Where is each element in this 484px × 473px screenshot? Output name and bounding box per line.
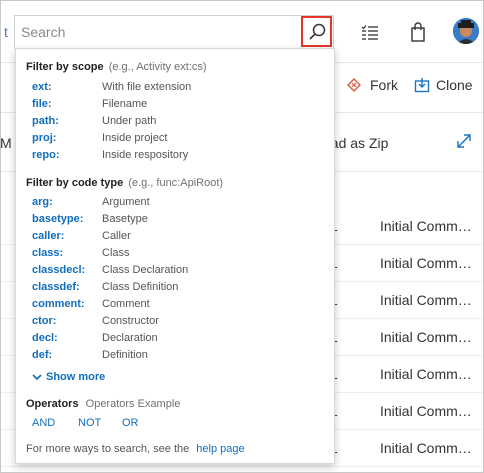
scope-filter-title: Filter by scope bbox=[26, 61, 104, 73]
work-items-button[interactable] bbox=[358, 20, 382, 44]
filter-item-comment[interactable]: comment: Comment bbox=[32, 298, 322, 315]
filter-item-basetype[interactable]: basetype: Basetype bbox=[32, 213, 322, 230]
scope-filter-example: (e.g., Activity ext:cs) bbox=[108, 61, 207, 73]
filter-description: Inside respository bbox=[102, 149, 189, 161]
filter-description: Class bbox=[102, 247, 130, 259]
filter-key: def: bbox=[32, 349, 53, 361]
help-page-link[interactable]: help page bbox=[196, 443, 244, 455]
filter-description: Caller bbox=[102, 230, 131, 242]
filter-item-arg[interactable]: arg: Argument bbox=[32, 196, 322, 213]
filter-item-file[interactable]: file: Filename bbox=[32, 98, 322, 115]
chevron-down-icon bbox=[32, 374, 42, 381]
filter-key: proj: bbox=[32, 132, 57, 144]
filter-item-classdef[interactable]: classdef: Class Definition bbox=[32, 281, 322, 298]
filter-item-path[interactable]: path: Under path bbox=[32, 115, 322, 132]
filter-key: path: bbox=[32, 115, 59, 127]
filter-description: Under path bbox=[102, 115, 157, 127]
truncated-nav-text: t bbox=[4, 24, 8, 40]
operators-example: Operators Example bbox=[85, 398, 181, 410]
search-icon bbox=[308, 23, 325, 40]
filter-description: Argument bbox=[102, 196, 150, 208]
shopping-bag-icon bbox=[411, 22, 425, 42]
filter-key: comment: bbox=[32, 298, 85, 310]
filter-description: Basetype bbox=[102, 213, 148, 225]
filter-key: file: bbox=[32, 98, 52, 110]
filter-description: Inside project bbox=[102, 132, 168, 144]
fork-icon bbox=[347, 78, 361, 92]
user-avatar[interactable] bbox=[453, 18, 479, 44]
clone-icon bbox=[414, 78, 430, 93]
filter-key: ext: bbox=[32, 81, 52, 93]
filter-description: Definition bbox=[102, 349, 148, 361]
filter-item-def[interactable]: def: Definition bbox=[32, 349, 322, 366]
filter-description: Class Definition bbox=[102, 281, 179, 293]
clone-label: Clone bbox=[436, 77, 473, 93]
search-button[interactable] bbox=[301, 16, 332, 47]
codetype-filter-title: Filter by code type bbox=[26, 177, 124, 189]
filter-item-classdecl[interactable]: classdecl: Class Declaration bbox=[32, 264, 322, 281]
scope-filter-heading: Filter by scope (e.g., Activity ext:cs) bbox=[26, 61, 207, 73]
commit-message: Initial Comm… bbox=[380, 255, 472, 271]
filter-item-class[interactable]: class: Class bbox=[32, 247, 322, 264]
commit-message: Initial Comm… bbox=[380, 403, 472, 419]
filter-key: basetype: bbox=[32, 213, 84, 225]
codetype-filter-heading: Filter by code type (e.g., func:ApiRoot) bbox=[26, 177, 223, 189]
filter-description: Comment bbox=[102, 298, 150, 310]
filter-item-caller[interactable]: caller: Caller bbox=[32, 230, 322, 247]
filter-key: classdecl: bbox=[32, 264, 86, 276]
filter-key: caller: bbox=[32, 230, 65, 242]
search-filter-dropdown: Filter by scope (e.g., Activity ext:cs) … bbox=[15, 48, 335, 464]
commit-message: Initial Comm… bbox=[380, 218, 472, 234]
operator-not[interactable]: NOT bbox=[78, 417, 101, 429]
filter-description: Class Declaration bbox=[102, 264, 189, 276]
show-more-label: Show more bbox=[46, 371, 106, 383]
filter-item-proj[interactable]: proj: Inside project bbox=[32, 132, 322, 149]
truncated-text: M bbox=[0, 135, 12, 151]
operators-title: Operators bbox=[26, 398, 79, 410]
show-more-button[interactable]: Show more bbox=[32, 371, 105, 383]
search-input[interactable] bbox=[15, 16, 295, 48]
operator-and[interactable]: AND bbox=[32, 417, 55, 429]
fork-button[interactable]: Fork bbox=[346, 77, 398, 93]
filter-key: classdef: bbox=[32, 281, 80, 293]
filter-item-ext[interactable]: ext: With file extension bbox=[32, 81, 322, 98]
commit-message: Initial Comm… bbox=[380, 329, 472, 345]
filter-key: decl: bbox=[32, 332, 58, 344]
filter-description: With file extension bbox=[102, 81, 192, 93]
expand-icon bbox=[457, 134, 471, 148]
filter-description: Declaration bbox=[102, 332, 158, 344]
filter-key: ctor: bbox=[32, 315, 57, 327]
filter-item-repo[interactable]: repo: Inside respository bbox=[32, 149, 322, 166]
filter-item-decl[interactable]: decl: Declaration bbox=[32, 332, 322, 349]
codetype-filter-example: (e.g., func:ApiRoot) bbox=[128, 177, 224, 189]
avatar-icon bbox=[453, 18, 479, 44]
search-box[interactable] bbox=[14, 15, 334, 49]
marketplace-button[interactable] bbox=[406, 20, 430, 44]
filter-item-ctor[interactable]: ctor: Constructor bbox=[32, 315, 322, 332]
filter-key: arg: bbox=[32, 196, 53, 208]
fork-label: Fork bbox=[370, 77, 398, 93]
filter-description: Constructor bbox=[102, 315, 159, 327]
clone-button[interactable]: Clone bbox=[414, 77, 473, 93]
commit-message: Initial Comm… bbox=[380, 366, 472, 382]
commit-message: Initial Comm… bbox=[380, 292, 472, 308]
filter-key: class: bbox=[32, 247, 64, 259]
list-icon bbox=[361, 25, 378, 40]
expand-button[interactable] bbox=[456, 133, 472, 154]
commit-message: Initial Comm… bbox=[380, 440, 472, 456]
help-footer: For more ways to search, see the help pa… bbox=[26, 443, 245, 455]
filter-description: Filename bbox=[102, 98, 148, 110]
operator-or[interactable]: OR bbox=[122, 417, 139, 429]
help-footer-text: For more ways to search, see the bbox=[26, 443, 190, 455]
operators-heading: Operators Operators Example bbox=[26, 398, 180, 410]
filter-key: repo: bbox=[32, 149, 60, 161]
